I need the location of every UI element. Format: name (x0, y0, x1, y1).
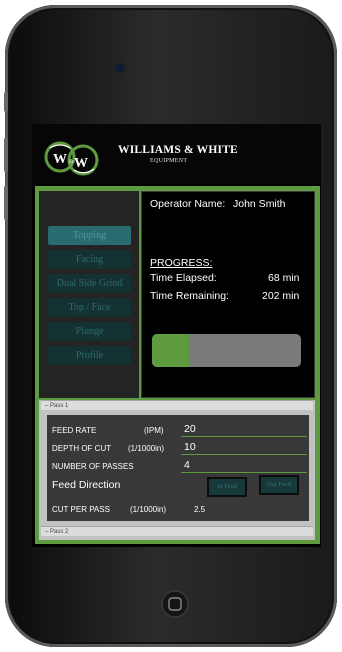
progress-bar-fill (152, 334, 190, 367)
pass-1-label: Pass 1 (50, 403, 69, 409)
progress-bar (152, 334, 301, 367)
number-of-passes-input[interactable]: 4 (184, 459, 190, 471)
operator-name: John Smith (233, 198, 286, 210)
volume-down-button[interactable] (4, 186, 8, 220)
mode-panel (39, 191, 139, 398)
brand-subtitle: EQUIPMENT (150, 158, 188, 164)
svg-text:W: W (74, 156, 88, 171)
feed-rate-unit: (IPM) (144, 426, 164, 435)
ww-logo: W & W (44, 141, 99, 176)
feed-rate-underline (181, 436, 307, 437)
mode-button-dual-side-grind[interactable]: Dual Side Grind (48, 274, 131, 293)
time-elapsed-label: Time Elapsed: (150, 272, 217, 284)
volume-up-button[interactable] (4, 138, 8, 172)
number-of-passes-label: NUMBER OF PASSES (52, 462, 134, 471)
operator-label: Operator Name: (150, 198, 226, 210)
app-header: W & W WILLIAMS & WHITE EQUIPMENT (32, 124, 321, 184)
cut-per-pass-value: 2.5 (194, 505, 206, 514)
out-feed-button[interactable]: Out Feed (259, 475, 299, 495)
number-of-passes-underline (181, 472, 307, 473)
depth-of-cut-underline (181, 454, 307, 455)
mode-button-plunge[interactable]: Plunge (48, 322, 131, 341)
pass-2-header[interactable]: – Pass 2 (41, 526, 313, 536)
cut-per-pass-label: CUT PER PASS (52, 505, 110, 514)
time-remaining-value: 202 min (262, 290, 300, 302)
app-screen: W & W WILLIAMS & WHITE EQUIPMENT Topping… (32, 124, 321, 547)
pass-1-params: FEED RATE (IPM) 20 DEPTH OF CUT (1/1000i… (47, 415, 309, 521)
depth-of-cut-input[interactable]: 10 (184, 441, 196, 453)
pass-panel: – Pass 1 FEED RATE (IPM) 20 DEPTH OF CUT… (39, 400, 315, 540)
time-remaining-label: Time Remaining: (150, 290, 229, 302)
home-button-icon[interactable] (161, 590, 189, 618)
mode-button-profile[interactable]: Profile (48, 346, 131, 365)
mode-button-facing[interactable]: Facing (48, 250, 131, 269)
in-feed-button[interactable]: In Feed (207, 477, 247, 497)
mode-button-top-face[interactable]: Top / Face (48, 298, 131, 317)
brand-title: WILLIAMS & WHITE (118, 144, 238, 156)
svg-text:W: W (53, 152, 67, 167)
cut-per-pass-unit: (1/1000in) (130, 505, 167, 514)
pass-1-header[interactable]: – Pass 1 (41, 400, 313, 410)
feed-rate-input[interactable]: 20 (184, 423, 196, 435)
feed-direction-label: Feed Direction (52, 479, 121, 491)
pass-2-label: Pass 2 (50, 529, 69, 535)
mode-button-topping[interactable]: Topping (48, 226, 131, 245)
mute-switch[interactable] (4, 92, 8, 112)
front-camera-icon (116, 64, 124, 72)
feed-rate-label: FEED RATE (52, 426, 97, 435)
progress-heading: PROGRESS: (150, 257, 213, 269)
time-elapsed-value: 68 min (268, 272, 300, 284)
depth-of-cut-label: DEPTH OF CUT (52, 444, 112, 453)
depth-of-cut-unit: (1/1000in) (128, 444, 165, 453)
